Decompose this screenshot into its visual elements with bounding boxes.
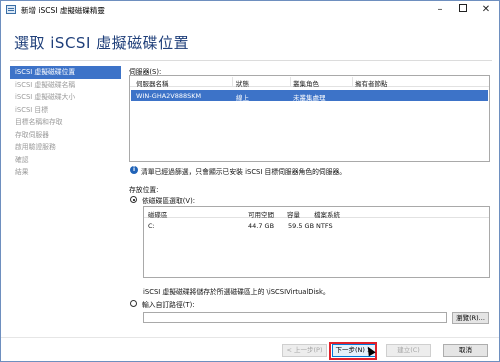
col-free-space[interactable]: 可用空間 [248,209,274,219]
info-icon: i [130,166,138,174]
select-by-volume-label[interactable]: 依磁碟區選取(V): [142,195,195,205]
server-status: 線上 [236,94,249,102]
previous-button[interactable]: < 上一步(P) [282,344,327,357]
custom-path-radio[interactable] [130,300,137,307]
page-title: 選取 iSCSI 虛擬磁碟位置 [14,34,190,52]
select-by-volume-radio[interactable] [130,196,137,203]
col-capacity[interactable]: 容量 [287,209,300,219]
col-owner-node[interactable]: 擁有者節點 [355,78,388,88]
volume-list-header: 磁碟區 可用空間 容量 檔案系統 [144,207,489,219]
nav-item-size: iSCSI 虛擬磁碟大小 [15,93,76,101]
nav-item-results: 結果 [15,168,29,176]
header-divider [10,60,492,61]
close-button[interactable]: ✕ [475,1,497,18]
storage-location-label: 存放位置: [129,186,159,194]
minimize-button[interactable]: – [429,1,451,18]
footer-divider [1,337,499,338]
title-bar: 新增 iSCSI 虛擬磁碟精靈 – ✕ [1,1,499,19]
wizard-window: 新增 iSCSI 虛擬磁碟精靈 – ✕ 選取 iSCSI 虛擬磁碟位置 iSCS… [0,0,500,362]
server-role: 未叢集處理 [293,94,326,102]
column-divider [352,77,353,86]
server-row-selected[interactable]: WIN-GHA2V888SKM 線上 未叢集處理 [131,90,488,102]
create-button[interactable]: 建立(C) [386,344,431,357]
nav-item-target: iSCSI 目標 [15,105,49,114]
col-status[interactable]: 狀態 [236,78,249,88]
volume-name[interactable]: C: [148,222,155,230]
nav-item-location[interactable]: iSCSI 虛擬磁碟位置 [10,66,121,79]
filter-info-text: 清單已經過篩選，只會顯示已安裝 iSCSI 目標伺服器角色的伺服器。 [141,168,347,176]
server-name: WIN-GHA2V888SKM [136,92,202,100]
server-list[interactable]: 伺服器名稱 狀態 叢集角色 擁有者節點 WIN-GHA2V888SKM 線上 未… [129,75,490,162]
custom-path-label[interactable]: 輸入自訂路徑(T): [142,299,195,309]
maximize-button[interactable] [452,1,474,18]
nav-item-confirmation: 確認 [15,155,29,164]
col-file-system[interactable]: 檔案系統 [314,209,340,219]
volume-file-system: NTFS [316,222,333,230]
browse-button[interactable]: 瀏覽(R)... [452,312,489,324]
nav-item-name: iSCSI 虛擬磁碟名稱 [15,80,76,89]
column-divider [232,77,233,86]
maximize-icon [459,4,467,12]
col-server-name[interactable]: 伺服器名稱 [136,78,169,88]
nav-item-target-name: 目標名稱和存取 [15,118,63,126]
volume-capacity: 59.5 GB [288,222,315,230]
wizard-nav: iSCSI 虛擬磁碟位置 iSCSI 虛擬磁碟名稱 iSCSI 虛擬磁碟大小 i… [10,66,121,179]
server-list-header: 伺服器名稱 狀態 叢集角色 擁有者節點 [130,76,489,88]
volume-note-text: iSCSI 虛擬磁碟將儲存於所選磁碟區上的 \iSCSIVirtualDisk。 [143,288,330,296]
window-title: 新增 iSCSI 虛擬磁碟精靈 [21,6,105,15]
cancel-button[interactable]: 取消 [443,344,488,357]
volume-list[interactable]: 磁碟區 可用空間 容量 檔案系統 C: 44.7 GB 59.5 GB NTFS [143,206,490,278]
column-divider [290,77,291,86]
col-volume[interactable]: 磁碟區 [148,209,168,219]
volume-free-space: 44.7 GB [248,222,275,230]
nav-item-authentication: 啟用驗證服務 [15,143,56,151]
wizard-app-icon [6,5,16,14]
custom-path-input[interactable] [143,312,447,323]
nav-item-access-servers: 存取伺服器 [15,130,49,139]
col-cluster-role[interactable]: 叢集角色 [293,78,319,88]
